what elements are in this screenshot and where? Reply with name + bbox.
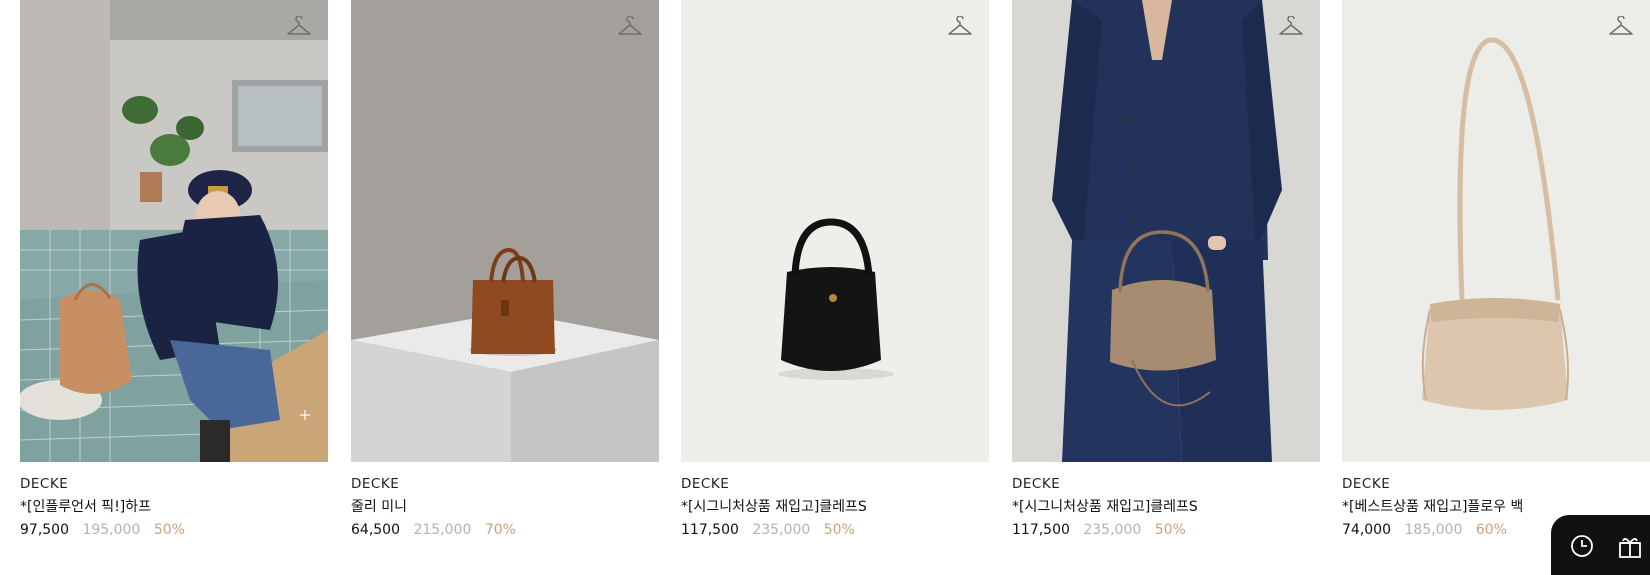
product-image[interactable]: [20, 0, 328, 462]
wishlist-hanger-icon[interactable]: [947, 16, 973, 40]
product-prices: 117,500 235,000 50%: [681, 521, 989, 540]
original-price: 235,000: [1083, 522, 1142, 538]
original-price: 215,000: [413, 522, 472, 538]
product-photo-black-bag: [681, 0, 989, 462]
recent-clock-icon[interactable]: [1569, 533, 1595, 559]
product-prices: 97,500 195,000 50%: [20, 521, 328, 540]
product-name[interactable]: *[인플루언서 픽!]하프: [20, 498, 328, 517]
sale-price: 64,500: [351, 522, 400, 538]
product-card[interactable]: DECKE *[베스트상품 재입고]플로우 백 74,000 185,000 6…: [1342, 0, 1650, 540]
product-name[interactable]: *[시그니처상품 재입고]클레프S: [681, 498, 989, 517]
discount-rate: 50%: [1154, 522, 1186, 538]
original-price: 185,000: [1404, 522, 1463, 538]
sale-price: 117,500: [1012, 522, 1070, 538]
product-brand: DECKE: [20, 476, 69, 492]
product-photo-woman-seated: [20, 0, 328, 462]
product-image[interactable]: [351, 0, 659, 462]
floating-quick-menu: [1551, 515, 1650, 575]
discount-rate: 50%: [823, 522, 855, 538]
product-brand: DECKE: [351, 476, 400, 492]
product-image[interactable]: [1342, 0, 1650, 462]
product-image[interactable]: [1012, 0, 1320, 462]
product-card[interactable]: DECKE *[시그니처상품 재입고]클레프S 117,500 235,000 …: [1012, 0, 1320, 540]
gift-icon[interactable]: [1617, 533, 1643, 559]
sale-price: 117,500: [681, 522, 739, 538]
wishlist-hanger-icon[interactable]: [1278, 16, 1304, 40]
product-brand: DECKE: [681, 476, 730, 492]
discount-rate: 50%: [153, 522, 185, 538]
product-grid: DECKE *[인플루언서 픽!]하프 97,500 195,000 50% D…: [20, 0, 1650, 552]
original-price: 235,000: [752, 522, 811, 538]
product-image[interactable]: [681, 0, 989, 462]
wishlist-hanger-icon[interactable]: [286, 16, 312, 40]
sale-price: 97,500: [20, 522, 69, 538]
product-photo-beige-drawstring-bag: [1342, 0, 1650, 462]
wishlist-hanger-icon[interactable]: [617, 16, 643, 40]
product-card[interactable]: DECKE *[시그니처상품 재입고]클레프S 117,500 235,000 …: [681, 0, 989, 540]
product-prices: 117,500 235,000 50%: [1012, 521, 1320, 540]
product-prices: 64,500 215,000 70%: [351, 521, 659, 540]
product-card[interactable]: DECKE *[인플루언서 픽!]하프 97,500 195,000 50%: [20, 0, 328, 540]
discount-rate: 60%: [1475, 522, 1507, 538]
product-brand: DECKE: [1342, 476, 1391, 492]
product-name[interactable]: *[시그니처상품 재입고]클레프S: [1012, 498, 1320, 517]
original-price: 195,000: [82, 522, 141, 538]
wishlist-hanger-icon[interactable]: [1608, 16, 1634, 40]
product-photo-model-taupe-bag: [1012, 0, 1320, 462]
product-name[interactable]: 줄리 미니: [351, 498, 659, 517]
discount-rate: 70%: [484, 522, 516, 538]
product-card[interactable]: DECKE 줄리 미니 64,500 215,000 70%: [351, 0, 659, 540]
sale-price: 74,000: [1342, 522, 1391, 538]
product-brand: DECKE: [1012, 476, 1061, 492]
product-photo-brown-tote: [351, 0, 659, 462]
